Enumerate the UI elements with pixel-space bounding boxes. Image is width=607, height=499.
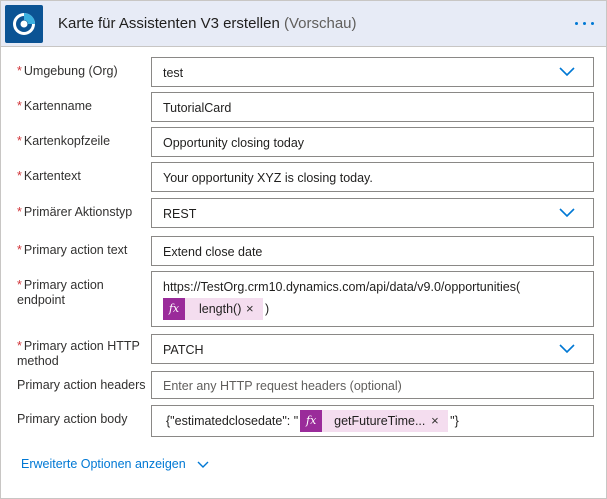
primary-action-endpoint-input[interactable]: https://TestOrg.crm10.dynamics.com/api/d… xyxy=(151,271,594,327)
advanced-options-label: Erweiterte Optionen anzeigen xyxy=(21,457,186,471)
field-label: * Kartentext xyxy=(17,169,81,184)
primary-action-type-dropdown[interactable]: REST xyxy=(151,198,594,228)
fx-icon: fx xyxy=(300,410,323,432)
field-label-text: Kartentext xyxy=(23,169,81,183)
http-headers-input[interactable]: Enter any HTTP request headers (optional… xyxy=(151,371,594,399)
field-label-text: Primary action text xyxy=(23,243,128,257)
body-prefix: {"estimatedclosedate": " xyxy=(166,414,299,428)
dataverse-logo-icon xyxy=(5,5,43,43)
input-placeholder: Enter any HTTP request headers (optional… xyxy=(163,379,402,393)
card-title-text: Karte für Assistenten V3 erstellen xyxy=(58,15,280,32)
field-label-text: Primary action headers xyxy=(17,378,146,392)
more-dot-icon xyxy=(583,22,586,25)
field-label-text: Primärer Aktionstyp xyxy=(23,205,133,219)
field-label-text: Kartenkopfzeile xyxy=(23,134,111,148)
more-dot-icon xyxy=(575,22,578,25)
field-label: * Primary action HTTP method xyxy=(17,339,140,369)
field-label: * Primärer Aktionstyp xyxy=(17,205,132,220)
body-suffix: "} xyxy=(450,414,459,428)
remove-token-icon[interactable]: × xyxy=(431,413,439,428)
token-text: length() xyxy=(199,302,242,316)
required-marker: * xyxy=(17,134,22,148)
more-options-button[interactable] xyxy=(572,11,598,35)
required-marker: * xyxy=(17,64,22,78)
required-marker: * xyxy=(17,169,22,183)
field-label: Primary action body xyxy=(17,412,127,427)
required-marker: * xyxy=(17,339,22,353)
card-header[interactable]: Karte für Assistenten V3 erstellen (Vors… xyxy=(1,1,606,47)
field-label: * Primary action endpoint xyxy=(17,278,104,308)
field-label-line1: Primary action xyxy=(23,278,104,292)
field-label-text: Umgebung (Org) xyxy=(23,64,118,78)
dropdown-value: test xyxy=(163,66,184,80)
field-label: * Kartenkopfzeile xyxy=(17,134,110,149)
card-title-suffix: (Vorschau) xyxy=(283,15,357,32)
environment-dropdown[interactable]: test xyxy=(151,57,594,87)
fx-icon: fx xyxy=(163,298,185,320)
chevron-down-icon xyxy=(197,461,209,468)
card-title: Karte für Assistenten V3 erstellen (Vors… xyxy=(58,15,357,32)
http-method-dropdown[interactable]: PATCH xyxy=(151,334,594,364)
input-value: Extend close date xyxy=(163,245,263,259)
input-value: TutorialCard xyxy=(163,101,232,115)
expression-line: fx length() × ) xyxy=(163,298,269,320)
field-label-text: Primary action body xyxy=(17,412,128,426)
field-label-line1: Primary action HTTP xyxy=(23,339,140,353)
dropdown-value: PATCH xyxy=(163,343,204,357)
input-value: https://TestOrg.crm10.dynamics.com/api/d… xyxy=(163,280,521,294)
field-label: Primary action headers xyxy=(17,378,146,393)
more-dot-icon xyxy=(591,22,594,25)
chevron-down-icon xyxy=(559,208,575,218)
required-marker: * xyxy=(17,278,22,292)
card-name-input[interactable]: TutorialCard xyxy=(151,92,594,122)
field-label-text: Kartenname xyxy=(23,99,92,113)
remove-token-icon[interactable]: × xyxy=(246,301,254,316)
required-marker: * xyxy=(17,99,22,113)
field-label-line2: endpoint xyxy=(17,293,65,307)
required-marker: * xyxy=(17,205,22,219)
card-text-input[interactable]: Your opportunity XYZ is closing today. xyxy=(151,162,594,192)
body-line: {"estimatedclosedate": " fx getFutureTim… xyxy=(166,410,459,432)
field-label: * Kartenname xyxy=(17,99,92,114)
request-body-input[interactable]: {"estimatedclosedate": " fx getFutureTim… xyxy=(151,405,594,437)
field-label: * Umgebung (Org) xyxy=(17,64,118,79)
input-value: Opportunity closing today xyxy=(163,136,305,150)
endpoint-suffix: ) xyxy=(265,302,270,316)
primary-action-text-input[interactable]: Extend close date xyxy=(151,236,594,266)
input-value: Your opportunity XYZ is closing today. xyxy=(163,171,373,185)
dropdown-value: REST xyxy=(163,207,197,221)
expression-token[interactable]: fx getFutureTime... × xyxy=(300,410,449,432)
required-marker: * xyxy=(17,243,22,257)
token-text: getFutureTime... xyxy=(334,414,426,428)
chevron-down-icon xyxy=(559,344,575,354)
chevron-down-icon xyxy=(559,67,575,77)
show-advanced-options-link[interactable]: Erweiterte Optionen anzeigen xyxy=(21,457,209,471)
action-card: Karte für Assistenten V3 erstellen (Vors… xyxy=(0,0,607,499)
expression-token[interactable]: fx length() × xyxy=(163,298,263,320)
card-header-input[interactable]: Opportunity closing today xyxy=(151,127,594,157)
field-label-line2: method xyxy=(17,354,59,368)
field-label: * Primary action text xyxy=(17,243,127,258)
